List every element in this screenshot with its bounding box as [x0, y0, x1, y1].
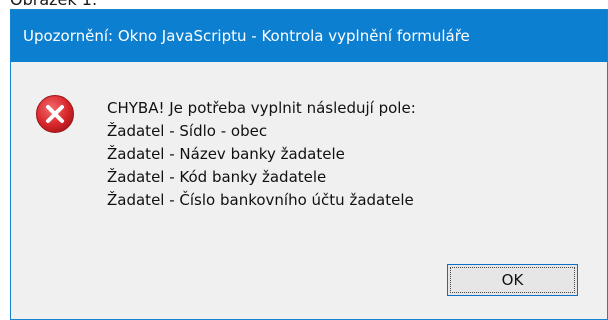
message-line: Žadatel - Sídlo - obec: [107, 122, 268, 140]
error-message: CHYBA! Je potřeba vyplnit následují pole…: [107, 97, 416, 212]
document-caption: Obrázek 1:: [10, 0, 97, 9]
dialog-title: Upozornění: Okno JavaScriptu - Kontrola …: [23, 27, 470, 45]
message-line: Žadatel - Kód banky žadatele: [107, 168, 327, 186]
dialog-content: CHYBA! Je potřeba vyplnit následují pole…: [11, 62, 607, 319]
ok-button[interactable]: OK: [447, 264, 578, 296]
message-line: Žadatel - Číslo bankovního účtu žadatele: [107, 191, 414, 209]
dialog-titlebar[interactable]: Upozornění: Okno JavaScriptu - Kontrola …: [11, 10, 607, 62]
page: Obrázek 1: Upozornění: Okno JavaScriptu …: [0, 0, 608, 320]
message-line: Žadatel - Název banky žadatele: [107, 145, 345, 163]
message-line: CHYBA! Je potřeba vyplnit následují pole…: [107, 99, 416, 117]
alert-dialog: Upozornění: Okno JavaScriptu - Kontrola …: [10, 9, 608, 320]
error-icon: [36, 95, 74, 133]
